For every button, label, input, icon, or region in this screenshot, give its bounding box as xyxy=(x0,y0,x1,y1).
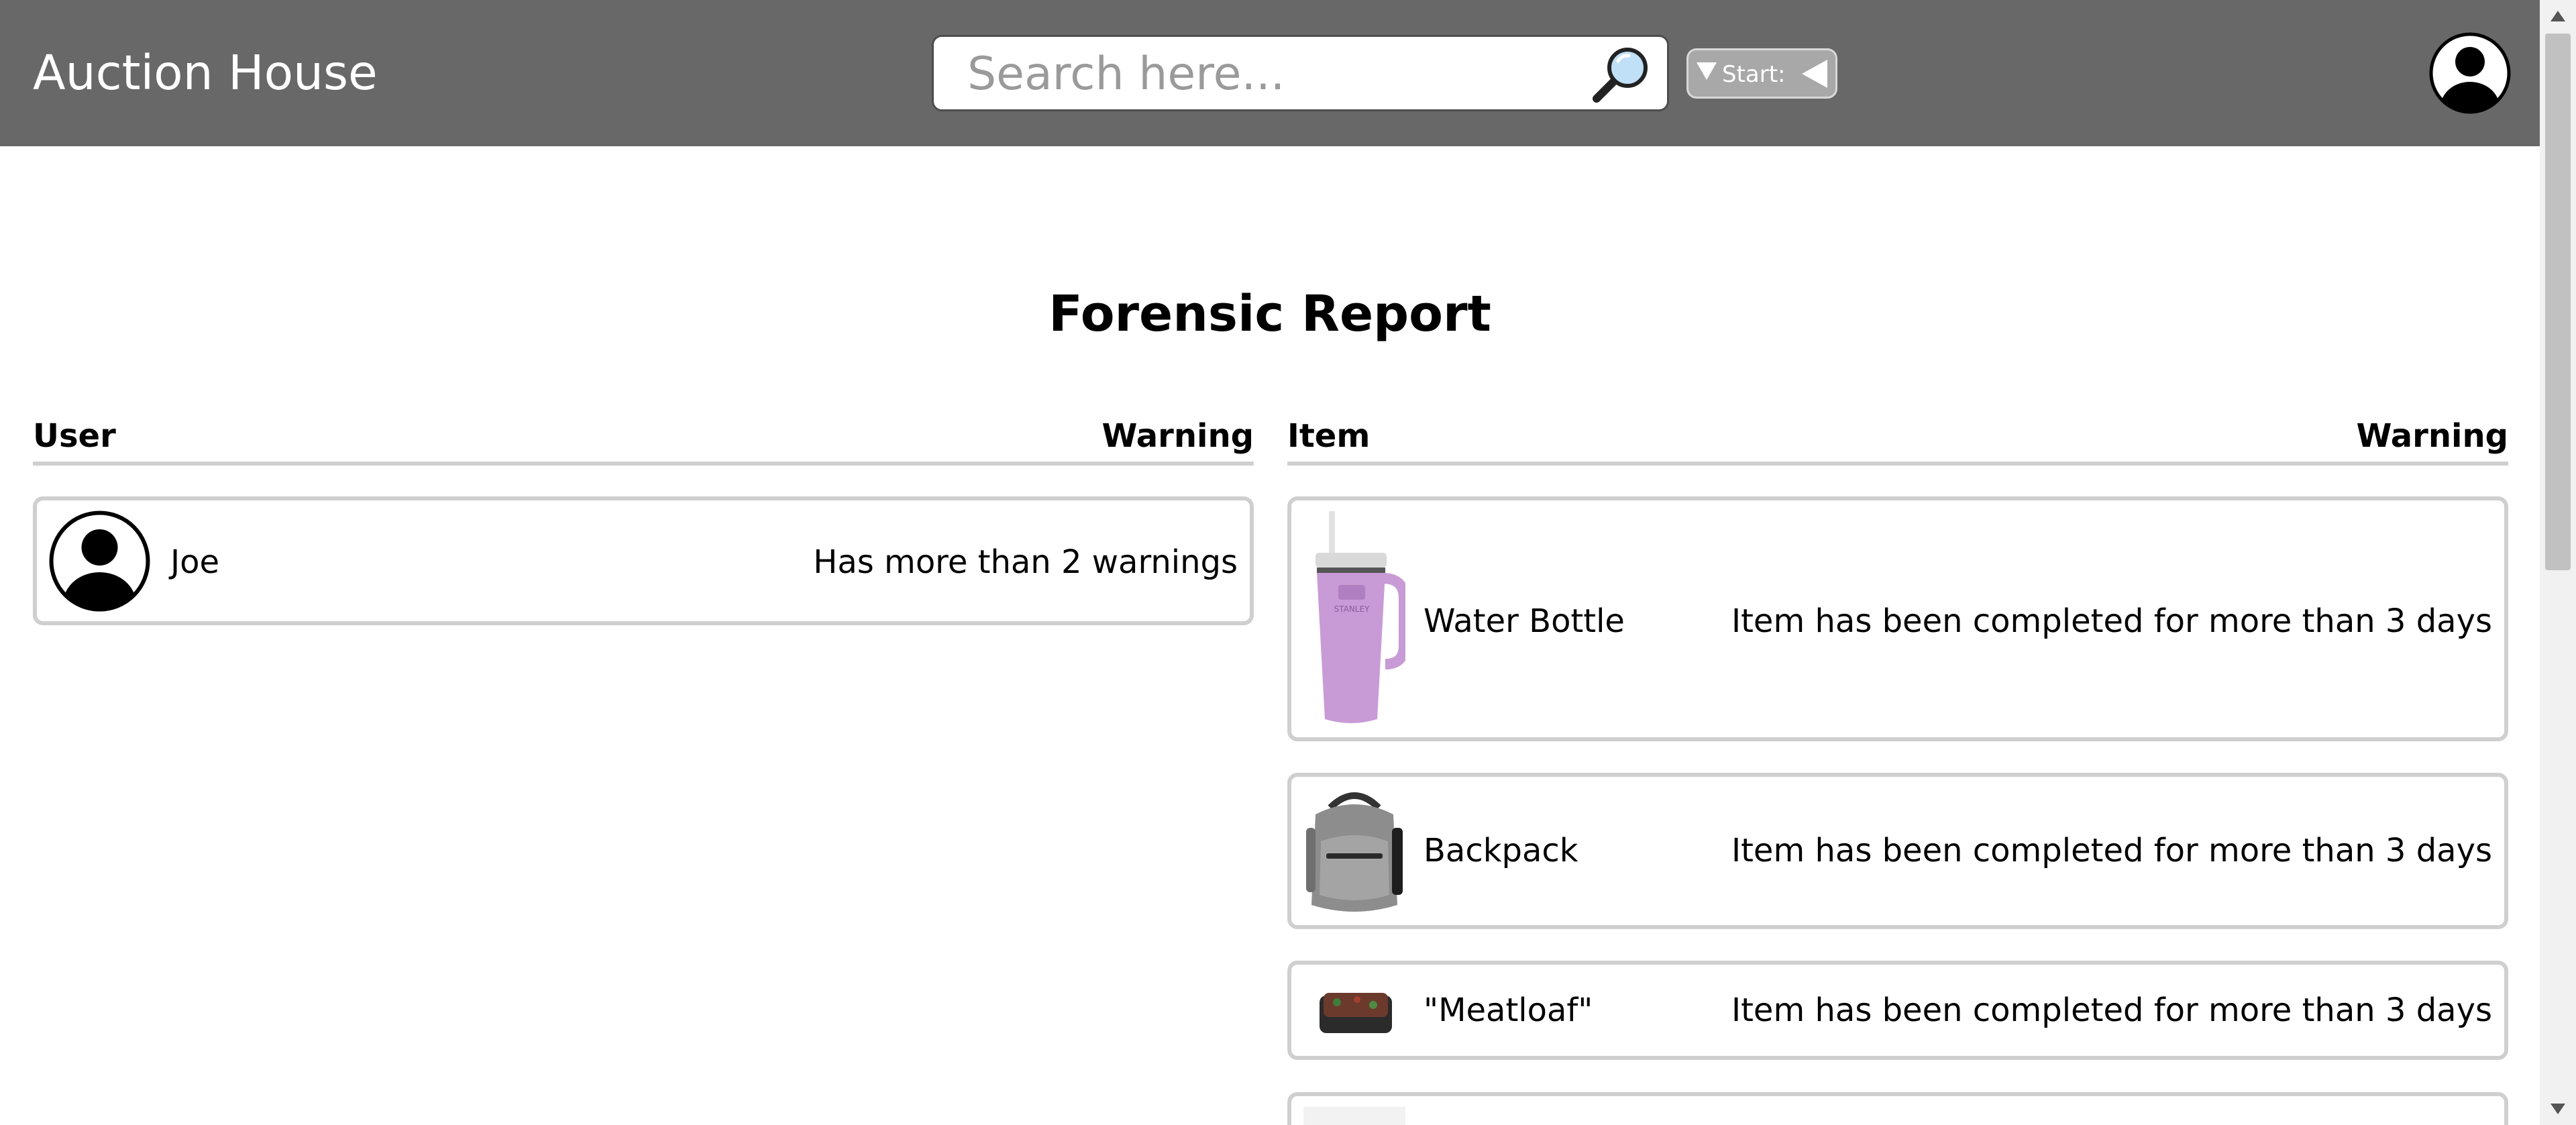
item-image-placeholder xyxy=(1303,1107,1405,1125)
item-row[interactable]: Backpack Item has been completed for mor… xyxy=(1287,773,2508,929)
page-title: Forensic Report xyxy=(1049,285,1491,343)
water-bottle-image: STANLEY xyxy=(1316,511,1405,723)
item-row[interactable]: STANLEY Water Bottle Item has been compl… xyxy=(1287,496,2508,741)
start-filter-button[interactable]: Start: xyxy=(1686,48,1837,99)
user-warning-column-header: Warning xyxy=(1102,417,1254,455)
item-name[interactable]: "Meatloaf" xyxy=(1424,990,1593,1030)
item-warning: Item has been completed for more than 3 … xyxy=(1731,992,2492,1029)
top-header: Auction House Start: xyxy=(0,0,2540,146)
user-name[interactable]: Joe xyxy=(170,542,219,582)
page: Auction House Start: Forensic Report xyxy=(0,0,2540,1125)
caret-down-icon xyxy=(1697,62,1717,80)
user-row[interactable]: Joe Has more than 2 warnings xyxy=(33,496,1254,625)
meatloaf-image xyxy=(1320,993,1392,1033)
search-input[interactable] xyxy=(966,46,1572,101)
item-column-header: Item xyxy=(1287,417,1371,455)
item-name[interactable]: Water Bottle xyxy=(1424,601,1625,641)
start-label: Start: xyxy=(1722,61,1786,88)
scroll-down-arrow-icon[interactable] xyxy=(2551,1104,2565,1114)
caret-left-icon xyxy=(1802,60,1827,88)
app-title[interactable]: Auction House xyxy=(33,42,378,105)
vertical-scrollbar[interactable] xyxy=(2540,0,2576,1125)
item-warning: Item has been completed for more than 3 … xyxy=(1731,602,2492,640)
scrollbar-thumb[interactable] xyxy=(2545,34,2571,570)
item-row-partial[interactable] xyxy=(1287,1092,2508,1125)
user-column-header: User xyxy=(33,417,116,455)
item-warning: Item has been completed for more than 3 … xyxy=(1731,832,2492,869)
backpack-image xyxy=(1306,792,1403,912)
search-box[interactable] xyxy=(932,35,1669,111)
user-avatar-icon xyxy=(49,511,150,612)
item-warning-column-header: Warning xyxy=(2356,417,2508,455)
item-name[interactable]: Backpack xyxy=(1424,831,1578,871)
account-avatar-icon[interactable] xyxy=(2429,32,2511,114)
brand-mark: STANLEY xyxy=(1334,604,1370,614)
user-warning: Has more than 2 warnings xyxy=(813,543,1238,581)
users-table-header: User Warning xyxy=(33,417,1254,466)
scroll-up-arrow-icon[interactable] xyxy=(2551,11,2565,21)
items-table-header: Item Warning xyxy=(1287,417,2508,466)
magnifier-icon[interactable] xyxy=(1590,44,1652,105)
item-row[interactable]: "Meatloaf" Item has been completed for m… xyxy=(1287,961,2508,1060)
